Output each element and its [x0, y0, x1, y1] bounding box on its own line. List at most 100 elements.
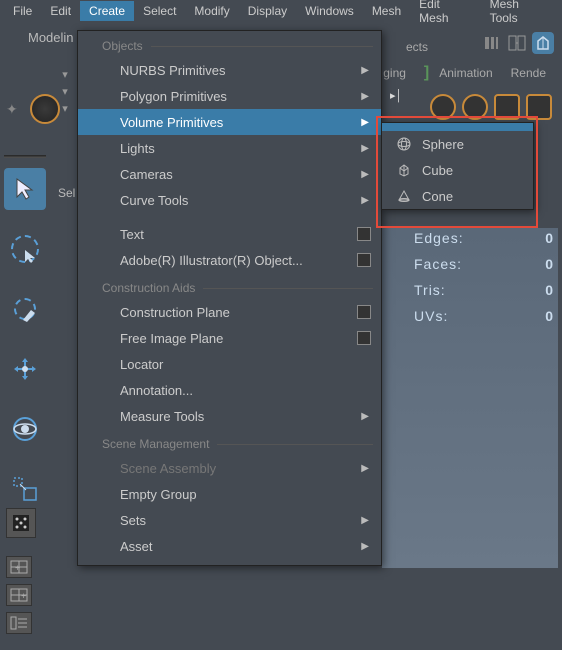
section-scene-management: Scene Management [78, 429, 381, 455]
shelf-left: ✦ [0, 94, 60, 124]
hud-value: 0 [545, 230, 554, 246]
menu-meshtools[interactable]: Mesh Tools [481, 0, 558, 28]
paint-select-tool[interactable] [4, 288, 46, 330]
subitem-sphere[interactable]: Sphere [382, 131, 533, 157]
item-curve-tools[interactable]: Curve Tools▶ [78, 187, 381, 213]
lower-tool-group: + + [6, 508, 36, 634]
item-volume-primitives[interactable]: Volume Primitives▶ [78, 109, 381, 135]
volume-primitives-submenu: Sphere Cube Cone [381, 122, 534, 210]
tab-animation[interactable]: Animation [431, 62, 500, 84]
objects-fragment: ects [406, 40, 428, 54]
shelf-primitive-icon[interactable] [494, 94, 520, 120]
chevron-down-icon[interactable]: ▾ [62, 66, 68, 83]
rotate-tool[interactable] [4, 408, 46, 450]
subitem-label: Cube [422, 163, 453, 178]
home-cube-icon[interactable] [532, 32, 554, 54]
create-menu-dropdown: Objects NURBS Primitives▶ Polygon Primit… [77, 30, 382, 566]
layout-quad-icon[interactable]: + [6, 584, 32, 606]
item-cameras[interactable]: Cameras▶ [78, 161, 381, 187]
menu-windows[interactable]: Windows [296, 1, 363, 21]
mode-selector[interactable]: Modelin [28, 30, 74, 45]
shelf-primitive-icon[interactable] [526, 94, 552, 120]
menu-create[interactable]: Create [80, 1, 134, 21]
hud-row: Faces: 0 [414, 251, 554, 277]
submenu-arrow-icon: ▶ [361, 143, 369, 154]
layout-icon[interactable] [506, 32, 528, 54]
item-sets[interactable]: Sets▶ [78, 507, 381, 533]
chevron-down-icon[interactable]: ▾ [62, 100, 68, 117]
chevron-down-icon[interactable]: ▾ [62, 83, 68, 100]
submenu-arrow-icon: ▶ [361, 411, 369, 422]
item-polygon-primitives[interactable]: Polygon Primitives▶ [78, 83, 381, 109]
layout-single-icon[interactable]: + [6, 556, 32, 578]
option-box-icon[interactable] [357, 331, 371, 345]
submenu-arrow-icon: ▶ [361, 541, 369, 552]
hud-label: Tris: [414, 282, 446, 298]
item-free-image-plane[interactable]: Free Image Plane [78, 325, 381, 351]
hud-value: 0 [545, 308, 554, 324]
header-right-icons [480, 32, 554, 54]
cone-icon [396, 188, 412, 204]
lasso-tool[interactable] [4, 228, 46, 270]
subitem-label: Sphere [422, 137, 464, 152]
scale-tool[interactable] [4, 468, 46, 510]
svg-text:+: + [15, 563, 20, 573]
select-label-fragment: Sel [58, 186, 75, 200]
submenu-highlight-stripe [382, 123, 533, 131]
menu-display[interactable]: Display [239, 1, 296, 21]
bracket-right-icon: ] [424, 64, 429, 82]
option-box-icon[interactable] [357, 305, 371, 319]
shelf-tabs: [ ging ] Animation Rende [368, 62, 554, 84]
grid-pattern-icon[interactable] [6, 508, 36, 538]
menu-mesh[interactable]: Mesh [363, 1, 410, 21]
menu-select[interactable]: Select [134, 1, 185, 21]
submenu-arrow-icon: ▶ [361, 515, 369, 526]
option-box-icon[interactable] [357, 253, 371, 267]
svg-text:+: + [21, 591, 26, 601]
subitem-label: Cone [422, 189, 453, 204]
shelf-right-icons [430, 94, 552, 120]
shelf-primitive-icon[interactable] [430, 94, 456, 120]
shelf-primitive-icon[interactable] [462, 94, 488, 120]
cube-icon [396, 162, 412, 178]
hud-value: 0 [545, 256, 554, 272]
item-annotation[interactable]: Annotation... [78, 377, 381, 403]
menu-modify[interactable]: Modify [185, 1, 238, 21]
option-box-icon[interactable] [357, 227, 371, 241]
tab-render[interactable]: Rende [503, 62, 554, 84]
sphere-icon [396, 136, 412, 152]
menu-file[interactable]: File [4, 1, 41, 21]
item-locator[interactable]: Locator [78, 351, 381, 377]
hud-label: Faces: [414, 256, 462, 272]
menu-edit[interactable]: Edit [41, 1, 80, 21]
item-empty-group[interactable]: Empty Group [78, 481, 381, 507]
item-illustrator[interactable]: Adobe(R) Illustrator(R) Object... [78, 247, 381, 273]
submenu-arrow-icon: ▶ [361, 463, 369, 474]
submenu-arrow-icon: ▶ [361, 117, 369, 128]
shelf-gear-icon[interactable]: ✦ [0, 101, 24, 118]
section-construction: Construction Aids [78, 273, 381, 299]
item-construction-plane[interactable]: Construction Plane [78, 299, 381, 325]
item-measure-tools[interactable]: Measure Tools▶ [78, 403, 381, 429]
item-scene-assembly[interactable]: Scene Assembly▶ [78, 455, 381, 481]
hud-row: Edges:0 [414, 225, 554, 251]
item-lights[interactable]: Lights▶ [78, 135, 381, 161]
subitem-cone[interactable]: Cone [382, 183, 533, 209]
layout-list-icon[interactable] [6, 612, 32, 634]
menu-editmesh[interactable]: Edit Mesh [410, 0, 480, 28]
item-text[interactable]: Text [78, 221, 381, 247]
submenu-arrow-icon: ▶ [361, 169, 369, 180]
hud-stats: Edges:0 Faces: 0 Tris: 0 UVs: 0 [414, 225, 554, 329]
subitem-cube[interactable]: Cube [382, 157, 533, 183]
workspace-icon[interactable] [480, 32, 502, 54]
tool-column [0, 158, 50, 510]
hud-value: 0 [545, 282, 554, 298]
hud-row: Tris: 0 [414, 277, 554, 303]
main-menubar: File Edit Create Select Modify Display W… [0, 0, 562, 22]
item-nurbs-primitives[interactable]: NURBS Primitives▶ [78, 57, 381, 83]
move-tool[interactable] [4, 348, 46, 390]
panel-expand-icon[interactable]: ▸│ [390, 89, 402, 102]
hud-label: UVs: [414, 308, 448, 324]
select-tool[interactable] [4, 168, 46, 210]
item-asset[interactable]: Asset▶ [78, 533, 381, 559]
